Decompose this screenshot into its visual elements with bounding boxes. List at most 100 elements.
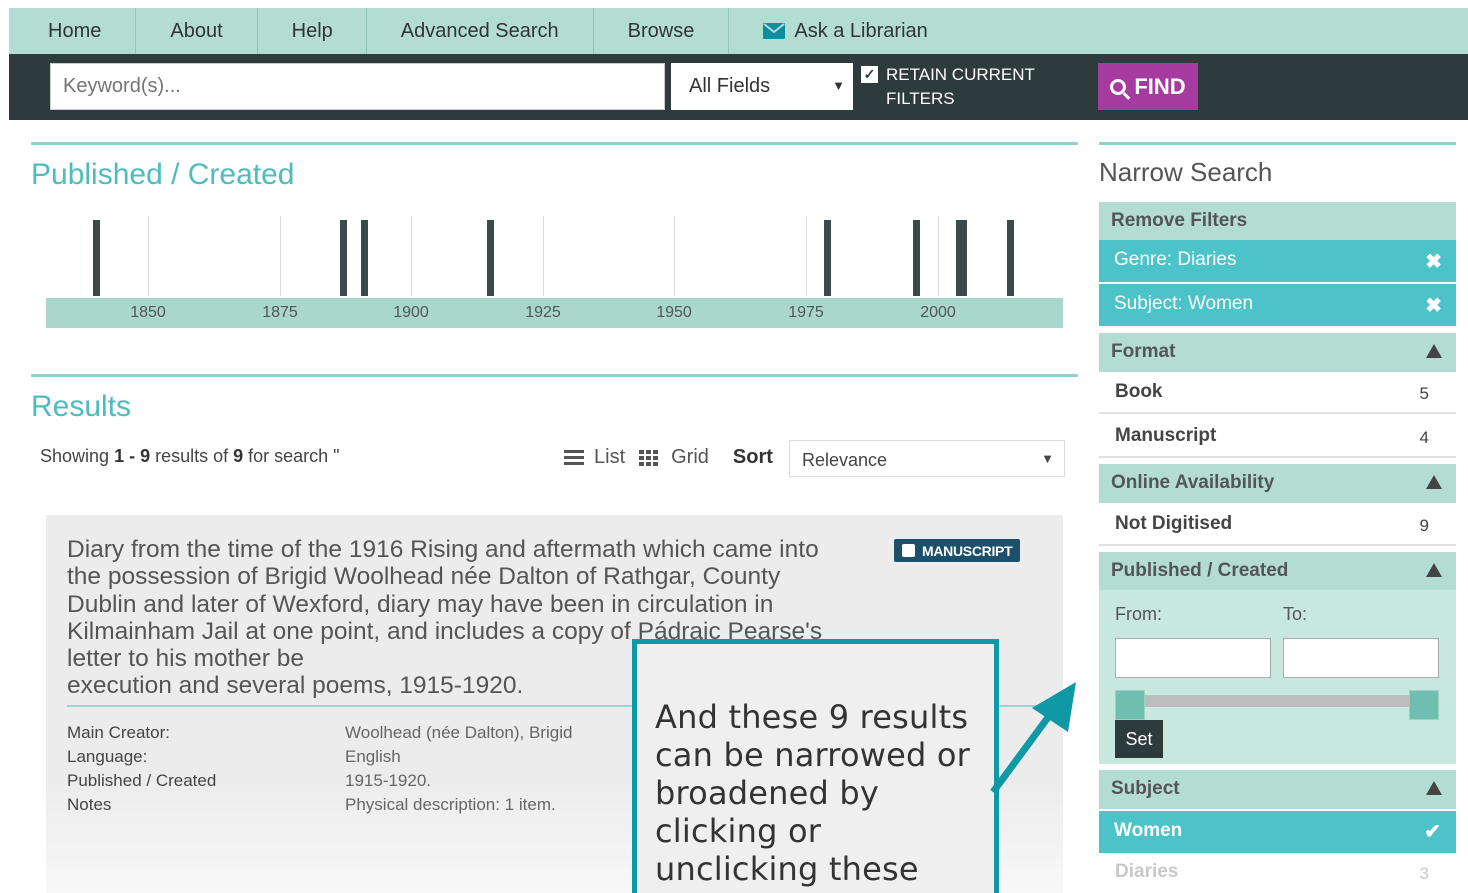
facet-item-label: Manuscript: [1115, 425, 1217, 446]
tick-label: 1875: [262, 304, 298, 321]
active-filter-subject[interactable]: Subject: Women ✖: [1099, 284, 1456, 326]
envelope-icon: [763, 23, 794, 39]
top-nav: Home About Help Advanced Search Browse A…: [9, 8, 1468, 54]
facet-item-label: Not Digitised: [1115, 513, 1233, 534]
sidebar-divider: [1099, 142, 1456, 145]
nav-ask-librarian-label: Ask a Librarian: [794, 19, 928, 42]
collapse-arrow-icon[interactable]: [1426, 344, 1442, 358]
results-count-prefix: Showing: [40, 446, 115, 466]
tick-label: 1900: [393, 304, 429, 321]
keyword-input[interactable]: [50, 63, 665, 110]
tick-label: 1850: [130, 304, 166, 321]
active-filter-label: Genre: Diaries: [1114, 249, 1237, 270]
timeline-bar[interactable]: [361, 220, 368, 296]
facet-header-format[interactable]: Format: [1099, 333, 1456, 372]
meta-key: Notes: [67, 795, 112, 814]
facet-item-label: Women: [1114, 820, 1183, 841]
slider-handle-max[interactable]: [1409, 690, 1439, 720]
active-filter-label: Subject: Women: [1114, 293, 1254, 314]
meta-key: Main Creator:: [67, 723, 170, 742]
field-select[interactable]: All Fields ▼: [671, 63, 853, 110]
date-range-slider[interactable]: [1115, 690, 1440, 720]
active-filter-genre[interactable]: Genre: Diaries ✖: [1099, 240, 1456, 282]
nav-advanced-search[interactable]: Advanced Search: [367, 8, 594, 54]
remove-icon[interactable]: ✖: [1425, 249, 1442, 274]
from-year-input[interactable]: [1115, 638, 1271, 678]
tick-label: 1975: [788, 304, 824, 321]
caret-down-icon: ▼: [832, 78, 845, 93]
search-bar: All Fields ▼ ✓ RETAIN CURRENT FILTERS FI…: [9, 54, 1468, 120]
list-view-link[interactable]: List: [594, 446, 625, 469]
grid-icon[interactable]: [639, 449, 659, 466]
sort-select[interactable]: Relevance ▼: [789, 440, 1065, 477]
slider-handle-min[interactable]: [1115, 690, 1145, 720]
facet-title: Online Availability: [1111, 472, 1275, 493]
facet-item-not-digitised[interactable]: Not Digitised 9: [1099, 504, 1456, 546]
badge-label: MANUSCRIPT: [922, 542, 1013, 559]
result-title-end: execution and several poems, 1915-1920.: [67, 672, 524, 700]
facet-header-online[interactable]: Online Availability: [1099, 464, 1456, 503]
set-button[interactable]: Set: [1115, 720, 1163, 758]
nav-browse[interactable]: Browse: [594, 8, 730, 54]
find-label: FIND: [1134, 73, 1186, 99]
timeline-bar[interactable]: [956, 220, 967, 296]
results-range: 1 - 9: [114, 446, 151, 466]
tick-label: 2000: [920, 304, 956, 321]
collapse-arrow-icon[interactable]: [1426, 563, 1442, 577]
timeline-bar[interactable]: [1007, 220, 1014, 296]
timeline-bar[interactable]: [913, 220, 920, 296]
meta-key: Language:: [67, 747, 148, 766]
facet-item-count: 5: [1419, 384, 1429, 403]
retain-filters-toggle[interactable]: ✓ RETAIN CURRENT FILTERS: [861, 63, 1061, 111]
check-icon: ✔: [1424, 821, 1441, 843]
grid-line: [148, 216, 149, 296]
facet-item-diaries[interactable]: Diaries: [1115, 861, 1178, 883]
date-range-filter: From: To: Set: [1099, 590, 1456, 764]
facet-item-women-selected[interactable]: Women ✔: [1099, 811, 1456, 853]
to-year-input[interactable]: [1283, 638, 1439, 678]
nav-help[interactable]: Help: [258, 8, 367, 54]
facet-title: Subject: [1111, 778, 1180, 799]
facet-header-subject[interactable]: Subject: [1099, 770, 1456, 809]
find-button[interactable]: FIND: [1098, 63, 1198, 110]
callout-text-main: And these 9 results can be narrowed or b…: [655, 698, 971, 888]
facet-item-manuscript[interactable]: Manuscript 4: [1099, 416, 1456, 458]
sort-select-value: Relevance: [802, 450, 888, 470]
tick-label: 1950: [656, 304, 692, 321]
sort-label: Sort: [732, 446, 773, 468]
nav-about[interactable]: About: [136, 8, 258, 54]
callout-arrow-icon: [990, 682, 1076, 795]
results-count-mid: results of: [150, 446, 234, 466]
section-divider: [31, 142, 1078, 145]
nav-home[interactable]: Home: [9, 8, 137, 54]
checkbox-checked-icon[interactable]: ✓: [861, 66, 878, 83]
facet-header-published[interactable]: Published / Created: [1099, 552, 1456, 591]
timeline-bar[interactable]: [824, 220, 831, 296]
slider-track: [1127, 695, 1427, 707]
to-label: To:: [1283, 604, 1308, 624]
list-icon[interactable]: [564, 449, 584, 466]
grid-view-link[interactable]: Grid: [671, 446, 709, 469]
grid-line: [938, 216, 939, 296]
remove-filters-label: Remove Filters: [1111, 210, 1248, 231]
results-count: Showing 1 - 9 results of 9 for search ": [40, 446, 340, 467]
publication-timeline[interactable]: 1850 1875 1900 1925 1950 1975 2000: [46, 216, 1063, 328]
grid-line: [674, 216, 675, 296]
collapse-arrow-icon[interactable]: [1426, 781, 1442, 795]
nav-ask-librarian[interactable]: Ask a Librarian: [729, 8, 961, 54]
grid-line: [280, 216, 281, 296]
callout-bold: filters: [655, 888, 764, 893]
tick-label: 1925: [525, 304, 561, 321]
results-total: 9: [233, 446, 244, 466]
facet-item-book[interactable]: Book 5: [1099, 372, 1456, 414]
remove-icon[interactable]: ✖: [1425, 293, 1442, 318]
results-title: Results: [31, 390, 132, 423]
collapse-arrow-icon[interactable]: [1426, 475, 1442, 489]
view-options: List Grid Sort: [564, 446, 785, 469]
timeline-bar[interactable]: [93, 220, 100, 296]
timeline-bar[interactable]: [340, 220, 347, 296]
grid-line: [543, 216, 544, 296]
from-label: From:: [1115, 604, 1162, 624]
timeline-bar[interactable]: [487, 220, 494, 296]
retain-filters-label: RETAIN CURRENT FILTERS: [886, 65, 1035, 108]
